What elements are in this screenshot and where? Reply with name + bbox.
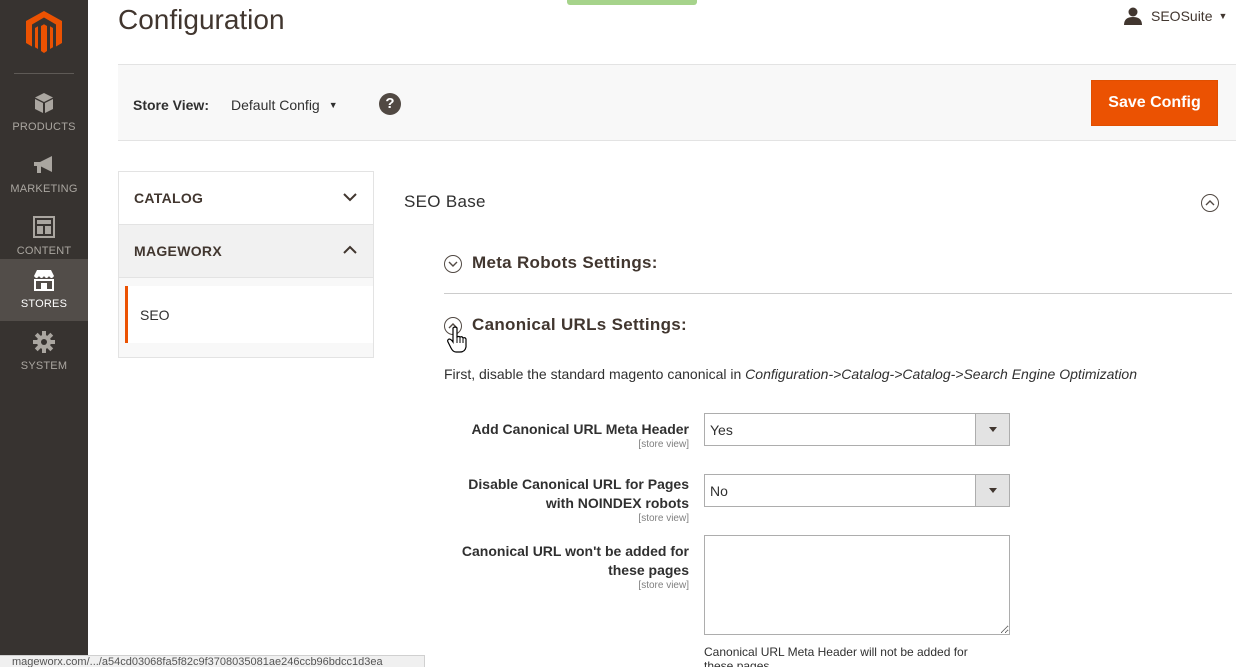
- field-scope: [store view]: [638, 439, 689, 450]
- canonical-note-path: Configuration->Catalog->Catalog->Search …: [745, 366, 1138, 382]
- select-arrow-icon: [975, 414, 1009, 445]
- products-cube-icon: [35, 93, 53, 113]
- tab-submenu: SEO: [119, 278, 373, 357]
- admin-sidebar-nav: PRODUCTS MARKETING CONTENT STORES SYSTEM: [0, 0, 88, 667]
- nav-label: CONTENT: [16, 245, 72, 257]
- tab-label: MAGEWORX: [134, 243, 222, 259]
- help-icon[interactable]: ?: [379, 93, 401, 115]
- chevron-up-icon: [1205, 200, 1215, 206]
- add-canonical-select[interactable]: Yes: [704, 413, 1010, 446]
- store-view-value: Default Config: [231, 97, 320, 113]
- save-config-button[interactable]: Save Config: [1091, 80, 1218, 126]
- nav-item-system[interactable]: SYSTEM: [0, 321, 88, 383]
- store-view-label: Store View:: [133, 97, 209, 113]
- nav-item-marketing[interactable]: MARKETING: [0, 144, 88, 206]
- field-label-disable-canonical: Disable Canonical URL for Pages with NOI…: [468, 475, 689, 513]
- tab-catalog[interactable]: CATALOG: [119, 172, 373, 225]
- nav-item-products[interactable]: PRODUCTS: [0, 82, 88, 144]
- nav-label: STORES: [20, 298, 68, 310]
- chevron-down-icon: [343, 193, 357, 202]
- system-gear-icon: [33, 331, 55, 353]
- disable-canonical-noindex-select[interactable]: No: [704, 474, 1010, 507]
- user-name: SEOSuite: [1151, 8, 1213, 24]
- field-comment-line: Canonical URL Meta Header will not be ad…: [704, 645, 968, 659]
- field-label-add-canonical: Add Canonical URL Meta Header: [471, 421, 689, 437]
- caret-down-icon: ▼: [1218, 11, 1228, 21]
- group-expand-button[interactable]: [444, 255, 462, 273]
- field-scope: [store view]: [638, 513, 689, 524]
- group-title-canonical[interactable]: Canonical URLs Settings:: [472, 315, 687, 335]
- canonical-excluded-pages-textarea[interactable]: [704, 535, 1010, 635]
- magento-logo-icon[interactable]: [24, 9, 64, 53]
- section-collapse-button[interactable]: [1201, 194, 1219, 212]
- store-view-switcher[interactable]: Default Config ▼: [231, 97, 338, 113]
- user-account-menu[interactable]: SEOSuite ▼: [1124, 6, 1227, 26]
- group-divider: [444, 293, 1232, 294]
- nav-label: SYSTEM: [20, 360, 68, 372]
- caret-down-icon: ▼: [328, 100, 338, 110]
- nav-label: MARKETING: [10, 183, 78, 195]
- chevron-down-icon: [448, 261, 458, 267]
- hand-cursor-icon: [447, 326, 467, 353]
- field-label-line: with NOINDEX robots: [545, 495, 689, 511]
- section-title: SEO Base: [404, 192, 486, 211]
- marketing-megaphone-icon: [34, 156, 52, 173]
- field-label-canonical-excluded: Canonical URL won't be added for these p…: [462, 542, 689, 580]
- field-scope: [store view]: [638, 580, 689, 591]
- nav-label: PRODUCTS: [12, 121, 76, 133]
- canonical-note: First, disable the standard magento cano…: [444, 366, 1137, 382]
- select-value: Yes: [710, 422, 733, 438]
- loading-indicator-bar: [567, 0, 697, 5]
- admin-page: PRODUCTS MARKETING CONTENT STORES SYSTEM…: [0, 0, 1236, 667]
- tab-item-seo[interactable]: SEO: [125, 286, 373, 343]
- content-layout-icon: [33, 216, 55, 238]
- field-label-line: Canonical URL won't be added for: [461, 543, 689, 559]
- tab-item-label: SEO: [140, 307, 170, 323]
- store-switcher-toolbar: Store View: Default Config ▼ ? Save Conf…: [118, 64, 1236, 141]
- chevron-up-icon: [343, 245, 357, 254]
- select-arrow-icon: [975, 475, 1009, 506]
- nav-item-stores[interactable]: STORES: [0, 259, 88, 321]
- tab-label: CATALOG: [134, 190, 204, 206]
- tab-mageworx[interactable]: MAGEWORX: [119, 225, 373, 278]
- select-value: No: [710, 483, 728, 499]
- browser-status-url: mageworx.com/.../a54cd03068fa5f82c9f3708…: [0, 655, 425, 667]
- field-comment-line: these pages: [704, 659, 770, 667]
- config-tabs: CATALOG MAGEWORX SEO: [118, 171, 374, 358]
- group-title-meta-robots[interactable]: Meta Robots Settings:: [472, 253, 658, 273]
- user-icon: [1124, 7, 1142, 25]
- stores-shop-icon: [34, 270, 54, 291]
- field-label-line: these pages: [608, 562, 689, 578]
- field-comment: Canonical URL Meta Header will not be ad…: [704, 645, 1010, 667]
- canonical-note-prefix: First, disable the standard magento cano…: [444, 366, 746, 382]
- page-title: Configuration: [118, 4, 285, 35]
- field-label-line: Disable Canonical URL for Pages: [468, 476, 689, 492]
- nav-divider: [14, 73, 74, 74]
